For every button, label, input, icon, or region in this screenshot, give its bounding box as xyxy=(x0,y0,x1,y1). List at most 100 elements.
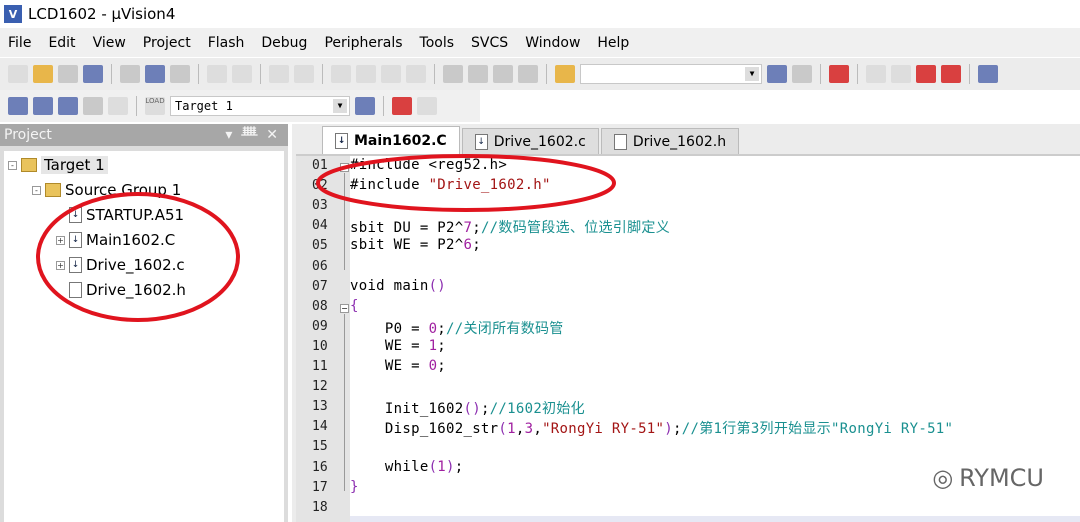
fold-line xyxy=(344,173,345,270)
fold-marker-icon[interactable]: − xyxy=(340,303,349,313)
expand-toggle-icon[interactable]: + xyxy=(56,260,65,270)
menu-edit[interactable]: Edit xyxy=(48,35,75,51)
chevron-down-icon[interactable]: ▼ xyxy=(333,99,347,113)
file-icon: ↓ xyxy=(69,232,82,248)
target-select[interactable]: Target 1 ▼ xyxy=(170,96,350,116)
paste-icon[interactable] xyxy=(170,65,190,83)
menu-project[interactable]: Project xyxy=(143,35,191,51)
bookmark-prev-icon[interactable] xyxy=(356,65,376,83)
menu-window[interactable]: Window xyxy=(525,35,580,51)
load-icon[interactable]: LOAD xyxy=(145,97,165,115)
nav-back-icon[interactable] xyxy=(269,65,289,83)
cut-icon[interactable] xyxy=(120,65,140,83)
tab-drive-1602-c[interactable]: ↓ Drive_1602.c xyxy=(461,128,599,154)
rebuild-icon[interactable] xyxy=(58,97,78,115)
uncomment-icon[interactable] xyxy=(518,65,538,83)
stop-build-icon[interactable] xyxy=(108,97,128,115)
editor-bottom xyxy=(350,516,1080,522)
code-token: () xyxy=(463,401,481,418)
translate-icon[interactable] xyxy=(8,97,28,115)
line-number: 18 xyxy=(312,499,328,515)
save-all-icon[interactable] xyxy=(83,65,103,83)
breakpoint-disable-all-icon[interactable] xyxy=(916,65,936,83)
project-panel: Project ▾ ᚙ ✕ - Target 1- Source Group 1 ↓ S… xyxy=(0,124,288,522)
dropdown-icon[interactable]: ▾ xyxy=(225,127,232,143)
tree-item-label: Target 1 xyxy=(41,156,108,174)
nav-forward-icon[interactable] xyxy=(294,65,314,83)
tree-item-label: Drive_1602.h xyxy=(86,281,186,299)
breakpoint-kill-all-icon[interactable] xyxy=(941,65,961,83)
line-number: 01 xyxy=(312,158,328,173)
window-title: LCD1602 - µVision4 xyxy=(28,5,176,23)
select-device-icon[interactable] xyxy=(417,97,437,115)
tree-item[interactable]: Drive_1602.h xyxy=(56,279,186,301)
build-icon[interactable] xyxy=(33,97,53,115)
menu-peripherals[interactable]: Peripherals xyxy=(324,35,402,51)
tree-item[interactable]: + ↓ Main1602.C xyxy=(56,229,175,251)
fold-marker-icon[interactable]: − xyxy=(340,163,349,172)
copy-icon[interactable] xyxy=(145,65,165,83)
tab-main1602-c[interactable]: ↓ Main1602.C xyxy=(322,126,460,154)
expand-toggle-icon[interactable]: - xyxy=(32,185,41,195)
comment-icon[interactable] xyxy=(493,65,513,83)
code-token: 6 xyxy=(463,237,473,254)
save-icon[interactable] xyxy=(58,65,78,83)
menu-view[interactable]: View xyxy=(93,35,126,51)
new-file-icon[interactable] xyxy=(8,65,28,83)
pin-icon[interactable]: ᚙ xyxy=(241,127,257,143)
menu-svcs[interactable]: SVCS xyxy=(471,35,508,51)
bookmark-clear-icon[interactable] xyxy=(406,65,426,83)
menu-bar: File Edit View Project Flash Debug Peripherals… xyxy=(0,28,1080,57)
tab-drive-1602-h[interactable]: Drive_1602.h xyxy=(600,128,740,154)
find-combo[interactable]: ▼ xyxy=(580,64,762,84)
folder-icon xyxy=(45,183,61,197)
code-token: { xyxy=(350,297,359,314)
tree-item[interactable]: ↓ STARTUP.A51 xyxy=(56,204,184,226)
code-token: void main xyxy=(350,277,429,294)
code-line: { xyxy=(350,298,359,314)
code-area[interactable]: ◎ RYMCU 01 #include <reg52.h> 02 #include "D… xyxy=(296,154,1080,522)
open-icon[interactable] xyxy=(33,65,53,83)
manage-components-icon[interactable] xyxy=(392,97,412,115)
debug-start-icon[interactable] xyxy=(829,65,849,83)
breakpoint-icon[interactable] xyxy=(866,65,886,83)
undo-icon[interactable] xyxy=(207,65,227,83)
menu-tools[interactable]: Tools xyxy=(420,35,455,51)
redo-icon[interactable] xyxy=(232,65,252,83)
code-line: sbit DU = P2^7;//数码管段选、位选引脚定义 xyxy=(350,217,670,237)
code-token: ; xyxy=(454,458,464,475)
code-line: WE = 0; xyxy=(350,358,446,374)
code-token: , xyxy=(515,421,525,438)
batch-build-icon[interactable] xyxy=(83,97,103,115)
tree-item[interactable]: + ↓ Drive_1602.c xyxy=(56,254,185,276)
bookmark-next-icon[interactable] xyxy=(381,65,401,83)
target-options-icon[interactable] xyxy=(355,97,375,115)
code-token: 7 xyxy=(463,220,473,237)
menu-file[interactable]: File xyxy=(8,35,31,51)
code-line: #include <reg52.h> xyxy=(350,157,507,173)
expand-toggle-icon[interactable]: + xyxy=(56,235,65,245)
unindent-icon[interactable] xyxy=(468,65,488,83)
find-in-files-icon[interactable] xyxy=(555,65,575,83)
expand-toggle-icon[interactable]: - xyxy=(8,160,17,170)
tab-label: Drive_1602.c xyxy=(493,133,586,150)
menu-help[interactable]: Help xyxy=(597,35,629,51)
line-number: 17 xyxy=(312,479,328,495)
line-number: 09 xyxy=(312,318,328,334)
line-number: 02 xyxy=(312,178,328,194)
chevron-down-icon[interactable]: ▼ xyxy=(745,67,759,81)
code-line: WE = 1; xyxy=(350,338,446,354)
menu-debug[interactable]: Debug xyxy=(261,35,307,51)
indent-icon[interactable] xyxy=(443,65,463,83)
tab-label: Drive_1602.h xyxy=(632,133,727,150)
project-tree: - Target 1- Source Group 1 ↓ STARTUP.A51 + ↓ Ma… xyxy=(4,151,284,522)
close-icon[interactable]: ✕ xyxy=(266,127,278,143)
breakpoint-disable-icon[interactable] xyxy=(891,65,911,83)
bookmark-icon[interactable] xyxy=(331,65,351,83)
tree-item[interactable]: - Source Group 1 xyxy=(32,179,181,201)
tree-item[interactable]: - Target 1 xyxy=(8,154,108,176)
window-layout-icon[interactable] xyxy=(978,65,998,83)
menu-flash[interactable]: Flash xyxy=(208,35,245,51)
incremental-find-icon[interactable] xyxy=(792,65,812,83)
find-icon[interactable] xyxy=(767,65,787,83)
